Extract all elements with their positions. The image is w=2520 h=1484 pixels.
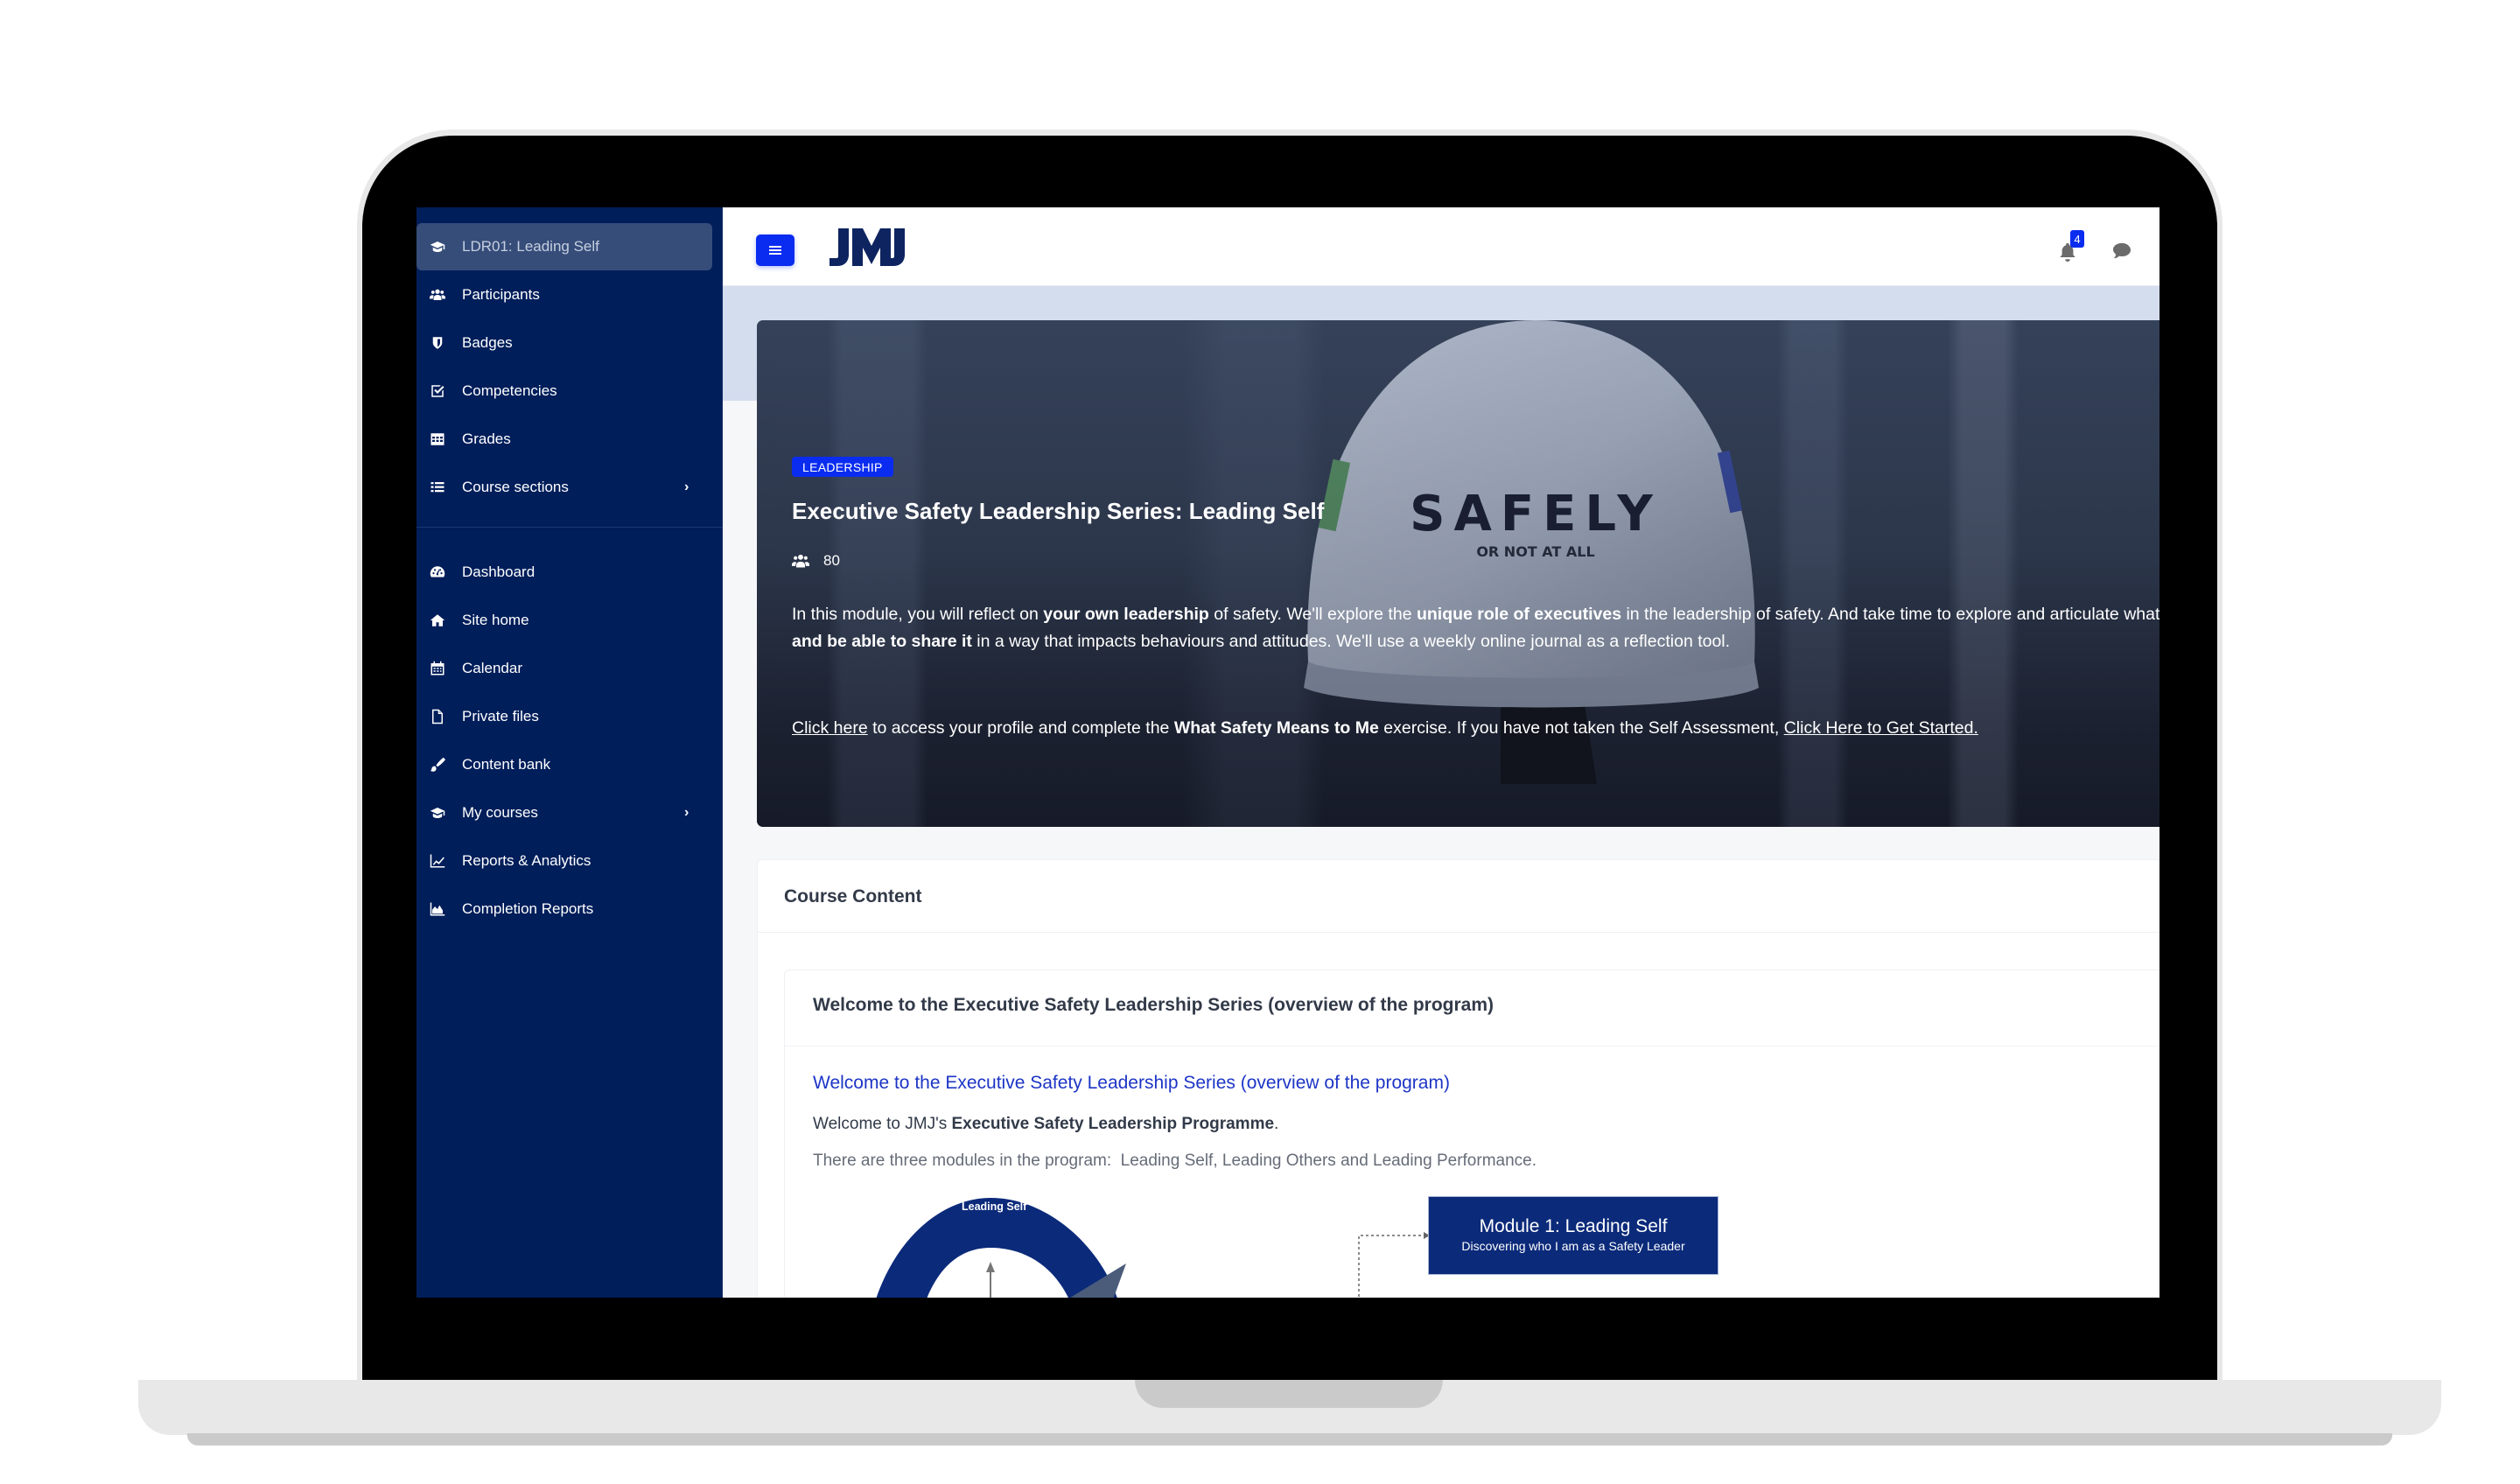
cta-bold: What Safety Means to Me xyxy=(1173,718,1379,738)
cta-text: exercise. If you have not taken the Self… xyxy=(1378,718,1784,738)
screen: LDR01: Leading Self Participants Badges … xyxy=(416,207,2160,1298)
sidebar-item-reports-analytics[interactable]: Reports & Analytics xyxy=(416,837,712,885)
sidebar-item-calendar[interactable]: Calendar xyxy=(416,645,712,692)
sidebar-item-label: Badges xyxy=(462,334,513,351)
program-diagram: Leading Self Module 1: Leading Self Disc… xyxy=(837,1185,1800,1298)
list-icon xyxy=(429,479,446,496)
desc-bold: unique role of executives xyxy=(1416,605,1622,624)
participants-count: 80 xyxy=(792,552,840,570)
course-content-card: Course Content Welcome to the Executive … xyxy=(757,859,2160,1298)
notification-count-badge: 4 xyxy=(2070,230,2084,248)
sidebar-item-course-sections[interactable]: Course sections › xyxy=(416,464,712,511)
section-title[interactable]: Welcome to the Executive Safety Leadersh… xyxy=(813,995,1494,1016)
sidebar-divider xyxy=(416,527,723,528)
sidebar-item-participants[interactable]: Participants xyxy=(416,271,712,318)
sidebar-item-label: Content bank xyxy=(462,756,551,773)
jmj-logo xyxy=(830,228,905,266)
welcome-bold: Executive Safety Leadership Programme xyxy=(951,1115,1275,1133)
course-content-title: Course Content xyxy=(784,886,922,906)
sidebar-item-site-home[interactable]: Site home xyxy=(416,597,712,644)
course-description: In this module, you will reflect on your… xyxy=(792,601,2160,655)
chevron-right-icon: › xyxy=(684,805,690,820)
calendar-icon xyxy=(429,660,446,677)
sidebar-item-label: Competencies xyxy=(462,382,557,399)
desc-text: in a way that impacts behaviours and att… xyxy=(971,632,1731,651)
sidebar-item-label: Course sections xyxy=(462,479,569,495)
users-icon xyxy=(792,554,809,568)
comment-icon xyxy=(2113,242,2131,259)
arc-label: Leading Self xyxy=(962,1200,1027,1213)
sidebar-item-competencies[interactable]: Competencies xyxy=(416,368,712,415)
sidebar-item-label: Dashboard xyxy=(462,564,536,580)
desc-text: in the leadership of safety. And take ti… xyxy=(1626,605,2160,624)
tachometer-icon xyxy=(429,564,446,581)
users-icon xyxy=(429,286,446,304)
toggle-sidebar-button[interactable] xyxy=(756,234,794,266)
sidebar-item-label: Reports & Analytics xyxy=(462,852,592,869)
course-section: Welcome to the Executive Safety Leadersh… xyxy=(784,970,2160,1298)
top-navbar: 4 xyxy=(723,207,2160,286)
sidebar-item-label: LDR01: Leading Self xyxy=(462,238,599,255)
sidebar: LDR01: Leading Self Participants Badges … xyxy=(416,207,723,1298)
file-icon xyxy=(429,708,446,725)
line-chart-icon xyxy=(429,852,446,870)
module-1-box: Module 1: Leading Self Discovering who I… xyxy=(1428,1196,1718,1275)
section-modules-text: There are three modules in the program: … xyxy=(813,1152,1537,1170)
laptop-base-foot xyxy=(187,1433,2392,1446)
section-activity-link[interactable]: Welcome to the Executive Safety Leadersh… xyxy=(813,1073,1450,1094)
welcome-text: Welcome to JMJ's xyxy=(813,1115,952,1133)
module-subtitle: Discovering who I am as a Safety Leader xyxy=(1461,1239,1685,1253)
sidebar-item-label: My courses xyxy=(462,804,538,821)
sidebar-item-course[interactable]: LDR01: Leading Self xyxy=(416,223,712,270)
participants-count-value: 80 xyxy=(823,552,840,569)
section-welcome-text: Welcome to JMJ's Executive Safety Leader… xyxy=(813,1115,1278,1134)
sidebar-item-completion-reports[interactable]: Completion Reports xyxy=(416,886,712,933)
graduation-cap-icon xyxy=(429,238,446,256)
self-assessment-link[interactable]: Click Here to Get Started. xyxy=(1784,718,1978,738)
notifications-button[interactable]: 4 xyxy=(2058,230,2084,262)
welcome-text: . xyxy=(1274,1115,1279,1133)
category-badge: LEADERSHIP xyxy=(792,457,893,477)
home-icon xyxy=(429,612,446,629)
graduation-cap-icon xyxy=(429,804,446,822)
sidebar-item-label: Completion Reports xyxy=(462,900,594,917)
sidebar-item-label: Private files xyxy=(462,708,539,724)
paint-brush-icon xyxy=(429,756,446,774)
desc-bold: your own leadership xyxy=(1043,605,1209,624)
sidebar-item-label: Calendar xyxy=(462,660,522,676)
messages-button[interactable] xyxy=(2112,242,2133,262)
desc-bold: and be able to share it xyxy=(792,632,972,651)
check-square-icon xyxy=(429,382,446,400)
desc-text: In this module, you will reflect on xyxy=(792,605,1044,624)
sidebar-item-badges[interactable]: Badges xyxy=(416,319,712,367)
table-icon xyxy=(429,430,446,448)
sidebar-item-label: Site home xyxy=(462,612,529,628)
sidebar-item-content-bank[interactable]: Content bank xyxy=(416,741,712,788)
area-chart-icon xyxy=(429,900,446,918)
course-cta: Click here to access your profile and co… xyxy=(792,718,1978,738)
sidebar-item-label: Grades xyxy=(462,430,511,447)
sidebar-item-private-files[interactable]: Private files xyxy=(416,693,712,740)
banner-overlay xyxy=(757,320,2160,827)
sidebar-item-dashboard[interactable]: Dashboard xyxy=(416,549,712,596)
shield-icon xyxy=(429,334,446,352)
desc-text: of safety. We'll explore the xyxy=(1208,605,1417,624)
profile-link[interactable]: Click here xyxy=(792,718,868,738)
sidebar-item-label: Participants xyxy=(462,286,540,303)
cta-text: to access your profile and complete the xyxy=(867,718,1174,738)
diagram-connector xyxy=(1358,1232,1430,1298)
divider xyxy=(758,932,2160,933)
course-hero-banner: SAFELY OR NOT AT ALL LEADERSHIP Executiv… xyxy=(757,320,2160,827)
sidebar-item-grades[interactable]: Grades xyxy=(416,416,712,463)
module-title: Module 1: Leading Self xyxy=(1479,1216,1668,1236)
sidebar-item-my-courses[interactable]: My courses › xyxy=(416,789,712,836)
chevron-right-icon: › xyxy=(684,480,690,494)
hamburger-icon xyxy=(769,244,781,256)
course-title: Executive Safety Leadership Series: Lead… xyxy=(792,498,1325,524)
laptop-notch xyxy=(1135,1380,1443,1408)
